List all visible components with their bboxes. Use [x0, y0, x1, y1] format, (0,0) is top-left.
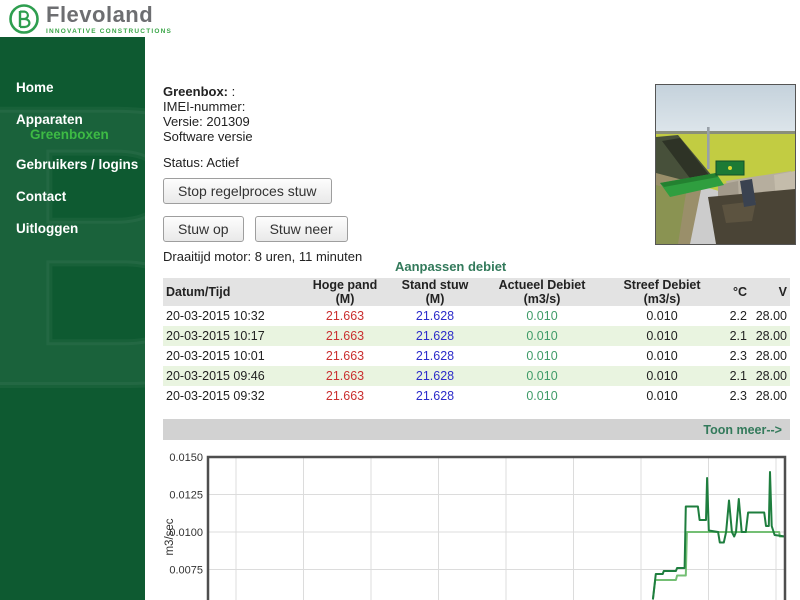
table-row: 20-03-2015 09:3221.66321.6280.0100.0102.… — [163, 386, 790, 406]
table-cell: 0.010 — [603, 346, 721, 366]
table-cell: 20-03-2015 09:46 — [163, 366, 301, 386]
table-cell: 2.3 — [721, 386, 750, 406]
brand-name: Flevoland — [46, 3, 172, 27]
table-cell: 0.010 — [481, 326, 603, 346]
table-cell: 28.00 — [750, 346, 790, 366]
table-body: 20-03-2015 10:3221.66321.6280.0100.0102.… — [163, 306, 790, 406]
table-cell: 28.00 — [750, 326, 790, 346]
company-logo: Flevoland INNOVATIVE CONSTRUCTIONS — [8, 3, 172, 35]
aanpassen-debiet-link[interactable]: Aanpassen debiet — [395, 259, 506, 274]
sidebar: B Home Apparaten Greenboxen Gebruikers /… — [0, 37, 145, 600]
stop-regelproces-button[interactable]: Stop regelproces stuw — [163, 178, 332, 204]
device-name-label: Greenbox: — [163, 84, 228, 99]
stuw-neer-button[interactable]: Stuw neer — [255, 216, 348, 242]
table-cell: 21.628 — [389, 306, 481, 326]
header-streef-debiet: Streef Debiet (m3/s) — [603, 278, 721, 306]
header-datum-tijd: Datum/Tijd — [163, 278, 301, 306]
table-cell: 2.2 — [721, 306, 750, 326]
table-cell: 28.00 — [750, 386, 790, 406]
table-cell: 28.00 — [750, 366, 790, 386]
header-actueel-debiet: Actueel Debiet (m3/s) — [481, 278, 603, 306]
table-cell: 2.1 — [721, 366, 750, 386]
table-cell: 0.010 — [481, 366, 603, 386]
table-header: Datum/Tijd Hoge pand (M) Stand stuw (M) … — [163, 278, 790, 306]
table-cell: 2.3 — [721, 346, 750, 366]
sidebar-item-apparaten[interactable]: Apparaten — [16, 112, 145, 127]
header-voltage: V — [750, 278, 790, 306]
sidebar-item-greenboxen[interactable]: Greenboxen — [30, 127, 145, 142]
table-cell: 0.010 — [481, 306, 603, 326]
y-axis-tick-label: 0.0075 — [169, 565, 203, 577]
table-row: 20-03-2015 10:1721.66321.6280.0100.0102.… — [163, 326, 790, 346]
table-cell: 21.663 — [301, 326, 389, 346]
table-cell: 0.010 — [603, 366, 721, 386]
draaitijd-motor-text: Draaitijd motor: 8 uren, 11 minuten — [163, 249, 362, 264]
header-stand-stuw: Stand stuw (M) — [389, 278, 481, 306]
toon-meer-link[interactable]: Toon meer--> — [703, 423, 782, 437]
table-row: 20-03-2015 09:4621.66321.6280.0100.0102.… — [163, 366, 790, 386]
table-cell: 21.628 — [389, 326, 481, 346]
table-row: 20-03-2015 10:3221.66321.6280.0100.0102.… — [163, 306, 790, 326]
table-cell: 20-03-2015 10:01 — [163, 346, 301, 366]
table-cell: 0.010 — [603, 326, 721, 346]
table-cell: 21.663 — [301, 386, 389, 406]
table-cell: 21.628 — [389, 346, 481, 366]
stuw-op-button[interactable]: Stuw op — [163, 216, 244, 242]
table-cell: 21.663 — [301, 306, 389, 326]
sidebar-menu: Home Apparaten Greenboxen Gebruikers / l… — [0, 37, 145, 236]
table-cell: 20-03-2015 10:17 — [163, 326, 301, 346]
sidebar-item-gebruikers-logins[interactable]: Gebruikers / logins — [16, 157, 145, 172]
main-content: Greenbox: : IMEI-nummer: Versie: 201309 … — [145, 37, 800, 600]
table-row: 20-03-2015 10:0121.66321.6280.0100.0102.… — [163, 346, 790, 366]
table-cell: 21.628 — [389, 386, 481, 406]
y-axis-tick-label: 0.0150 — [169, 452, 203, 464]
page: Flevoland INNOVATIVE CONSTRUCTIONS Confi… — [0, 0, 800, 600]
logo-monogram-icon — [8, 3, 40, 35]
device-software-line: Software versie — [163, 129, 253, 144]
debiet-chart-svg: 0.01500.01250.01000.0075m3/sec — [163, 447, 790, 600]
device-info: Greenbox: : IMEI-nummer: Versie: 201309 … — [163, 84, 253, 144]
table-cell: 21.663 — [301, 346, 389, 366]
table-cell: 2.1 — [721, 326, 750, 346]
sidebar-item-home[interactable]: Home — [16, 80, 145, 95]
device-status: Status: Actief — [163, 155, 239, 170]
table-cell: 21.628 — [389, 366, 481, 386]
measurements-table: Datum/Tijd Hoge pand (M) Stand stuw (M) … — [163, 278, 790, 406]
greenbox-photo — [655, 84, 796, 245]
table-cell: 0.010 — [603, 386, 721, 406]
device-imei-line: IMEI-nummer: — [163, 99, 253, 114]
table-cell: 21.663 — [301, 366, 389, 386]
table-cell: 28.00 — [750, 306, 790, 326]
weir-photo-illustration — [656, 85, 795, 244]
stuw-buttons: Stuw op Stuw neer — [163, 216, 348, 242]
debiet-chart: 0.01500.01250.01000.0075m3/sec — [163, 447, 790, 600]
sidebar-item-contact[interactable]: Contact — [16, 189, 145, 204]
y-axis-tick-label: 0.0125 — [169, 490, 203, 502]
top-band: Flevoland INNOVATIVE CONSTRUCTIONS — [0, 0, 800, 37]
table-cell: 0.010 — [481, 346, 603, 366]
table-cell: 20-03-2015 10:32 — [163, 306, 301, 326]
header-hoge-pand: Hoge pand (M) — [301, 278, 389, 306]
sidebar-item-uitloggen[interactable]: Uitloggen — [16, 221, 145, 236]
table-cell: 0.010 — [481, 386, 603, 406]
header-temperatuur: °C — [721, 278, 750, 306]
brand-tagline: INNOVATIVE CONSTRUCTIONS — [46, 28, 172, 35]
table-header-row: Datum/Tijd Hoge pand (M) Stand stuw (M) … — [163, 278, 790, 306]
device-versie-line: Versie: 201309 — [163, 114, 253, 129]
table-cell: 20-03-2015 09:32 — [163, 386, 301, 406]
device-name-line: Greenbox: : — [163, 84, 253, 99]
y-axis-label: m3/sec — [164, 518, 176, 555]
device-name-value: : — [232, 84, 236, 99]
table-footer-bar: Toon meer--> — [163, 419, 790, 440]
table-cell: 0.010 — [603, 306, 721, 326]
